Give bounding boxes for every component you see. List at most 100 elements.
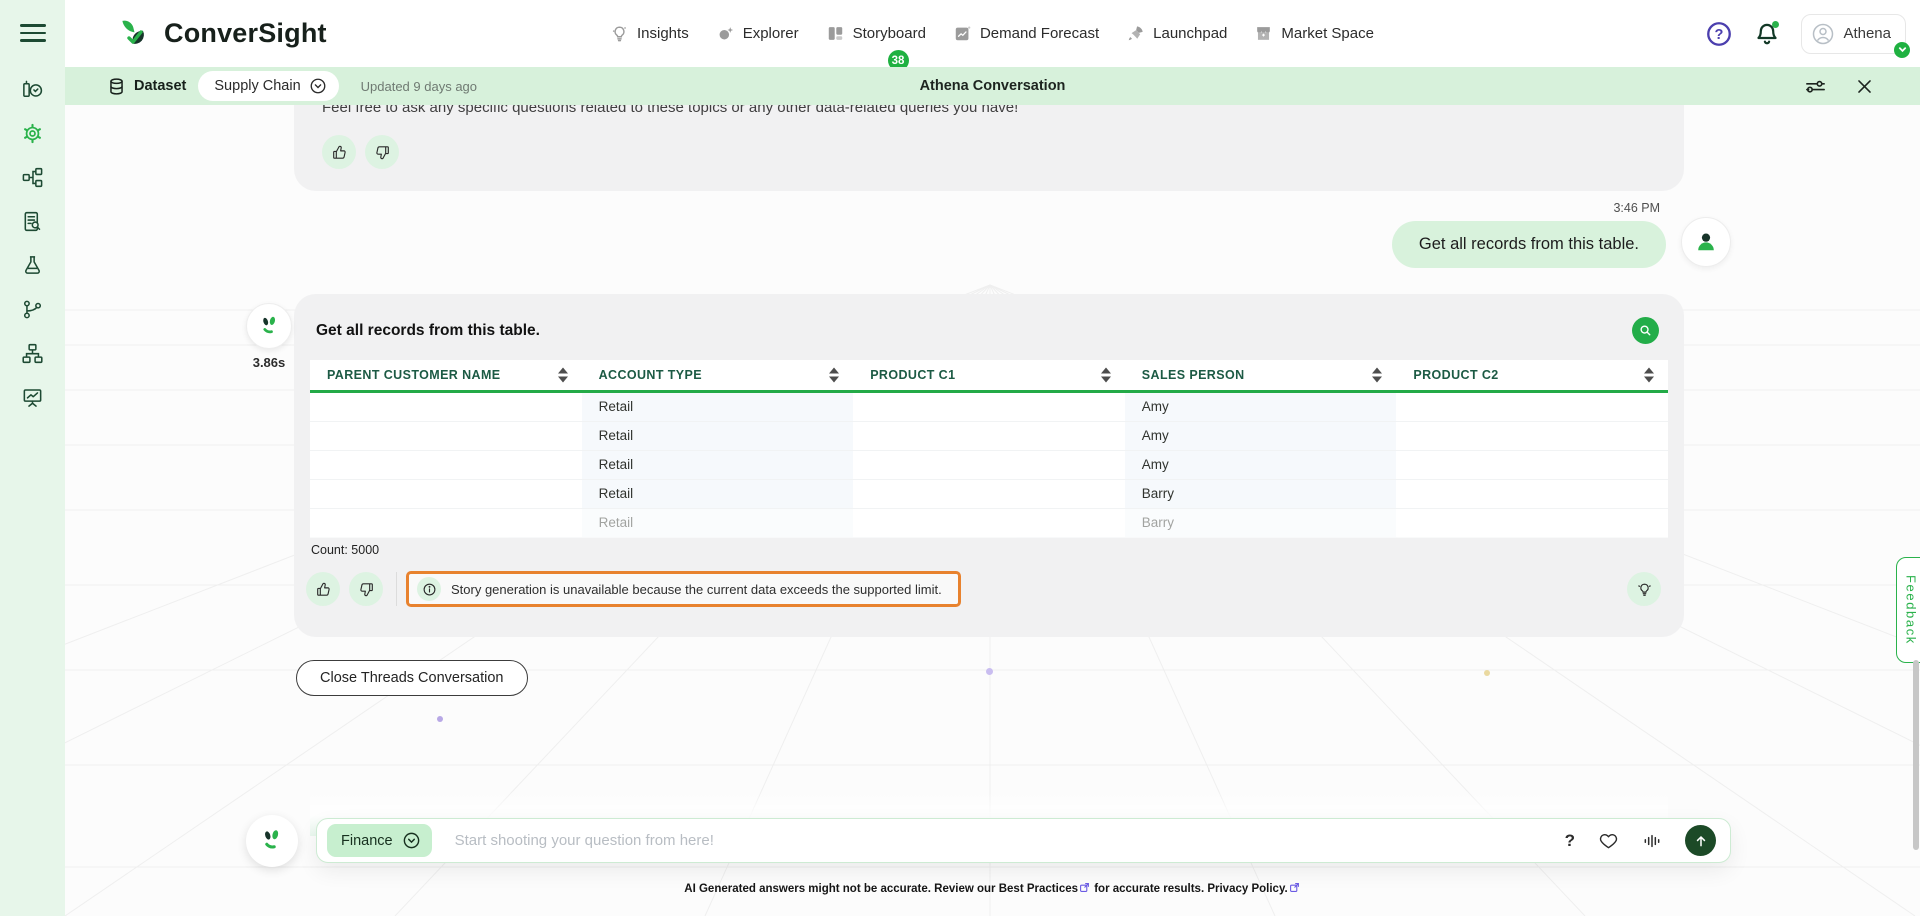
- athena-logo-icon: [256, 313, 283, 340]
- up-arrow-icon: [1693, 833, 1709, 849]
- svg-text:?: ?: [1715, 27, 1724, 43]
- table-cell: Amy: [1125, 393, 1397, 421]
- chevron-down-circle-icon: [309, 77, 327, 95]
- user-menu-chip[interactable]: Athena: [1801, 14, 1906, 54]
- dataset-selector[interactable]: Supply Chain: [198, 71, 338, 101]
- close-threads-button[interactable]: Close Threads Conversation: [296, 660, 528, 696]
- chevron-down-icon: [1894, 42, 1910, 58]
- table-row: Retail Amy: [310, 393, 1668, 422]
- main-nav: Insights Explorer Storyboard 38: [610, 0, 1374, 67]
- response-title: Get all records from this table.: [316, 322, 540, 340]
- voice-waveform-icon[interactable]: [1642, 831, 1662, 851]
- assistant-intro-card: Feel free to ask any specific questions …: [294, 105, 1684, 191]
- table-row: RetailBarry: [310, 480, 1668, 509]
- feedback-tab[interactable]: Feedback: [1896, 557, 1920, 663]
- sitemap-icon[interactable]: [21, 342, 44, 365]
- notification-bell-icon[interactable]: [1753, 20, 1781, 48]
- dataset-info: Dataset: [107, 77, 186, 96]
- column-header: SALES PERSON: [1125, 360, 1397, 390]
- insight-bulb-button[interactable]: [1627, 572, 1661, 606]
- external-link-icon: [1289, 882, 1300, 893]
- table-cell: Retail: [582, 451, 854, 479]
- nav-demand-forecast[interactable]: Demand Forecast: [953, 24, 1099, 43]
- settings-gear-icon[interactable]: [21, 122, 44, 145]
- table-cell: [310, 509, 582, 537]
- composer-icons: ?: [1565, 825, 1716, 856]
- table-cell: [1396, 480, 1668, 508]
- table-cell: Barry: [1125, 480, 1397, 508]
- explorer-icon: [716, 24, 735, 43]
- activity-monitor-icon[interactable]: [21, 78, 44, 101]
- sort-icon[interactable]: [1644, 368, 1655, 383]
- question-composer: Finance ?: [316, 818, 1731, 863]
- thumbs-up-button[interactable]: [322, 135, 356, 169]
- launchpad-rocket-icon: [1126, 24, 1145, 43]
- nav-label: Demand Forecast: [980, 25, 1099, 42]
- table-cell: [1396, 451, 1668, 479]
- insights-bulb-icon: [610, 24, 629, 43]
- nav-label: Insights: [637, 25, 689, 42]
- scrollbar-thumb[interactable]: [1913, 660, 1919, 850]
- nav-label: Storyboard: [853, 25, 926, 42]
- records-table: PARENT CUSTOMER NAMEACCOUNT TYPEPRODUCT …: [310, 360, 1668, 538]
- table-cell: [1396, 509, 1668, 537]
- table-cell: [310, 451, 582, 479]
- sort-icon[interactable]: [558, 368, 569, 383]
- dataset-bar: Dataset Supply Chain Updated 9 days ago …: [65, 67, 1920, 105]
- question-input[interactable]: [455, 832, 1565, 849]
- help-question-icon[interactable]: ?: [1705, 20, 1733, 48]
- table-cell: Retail: [582, 393, 854, 421]
- composer-dataset-pill[interactable]: Finance: [327, 824, 432, 857]
- logo-text: ConverSight: [164, 18, 327, 49]
- presentation-chart-icon[interactable]: [21, 386, 44, 409]
- heart-icon[interactable]: [1598, 830, 1619, 851]
- table-cell: [310, 393, 582, 421]
- nav-insights[interactable]: Insights: [610, 24, 689, 43]
- external-link-icon: [1079, 882, 1090, 893]
- athena-logo-icon: [257, 826, 287, 856]
- thumbs-down-button[interactable]: [349, 572, 383, 606]
- document-search-icon[interactable]: [21, 210, 44, 233]
- nav-launchpad[interactable]: Launchpad: [1126, 24, 1227, 43]
- table-cell: [853, 393, 1125, 421]
- decor-dot: [986, 668, 993, 675]
- sort-icon[interactable]: [1372, 368, 1383, 383]
- table-cell: [853, 509, 1125, 537]
- hamburger-menu-icon[interactable]: [20, 20, 46, 46]
- conversight-logo-icon: [111, 12, 155, 56]
- sort-icon[interactable]: [1101, 368, 1112, 383]
- table-cell: Amy: [1125, 451, 1397, 479]
- dataset-label: Dataset: [134, 78, 186, 94]
- best-practices-link[interactable]: Best Practices: [999, 883, 1078, 895]
- story-generation-warning: Story generation is unavailable because …: [406, 571, 961, 607]
- nav-label: Launchpad: [1153, 25, 1227, 42]
- nav-market-space[interactable]: Market Space: [1254, 24, 1374, 43]
- nav-label: Market Space: [1281, 25, 1374, 42]
- nav-storyboard[interactable]: Storyboard 38: [826, 24, 926, 43]
- table-cell: [310, 480, 582, 508]
- demand-forecast-chart-icon: [953, 24, 972, 43]
- chevron-down-circle-icon: [402, 831, 421, 850]
- assistant-response-card: Get all records from this table. PARENT …: [294, 294, 1684, 637]
- thumbs-down-button[interactable]: [365, 135, 399, 169]
- sliders-icon[interactable]: [1803, 74, 1827, 98]
- lab-flask-icon[interactable]: [21, 254, 44, 277]
- warning-text: Story generation is unavailable because …: [451, 582, 942, 597]
- privacy-policy-link[interactable]: Privacy Policy.: [1207, 883, 1287, 895]
- notification-dot: [1772, 21, 1779, 28]
- workflow-icon[interactable]: [21, 166, 44, 189]
- decor-dot: [1484, 670, 1490, 676]
- nav-explorer[interactable]: Explorer: [716, 24, 799, 43]
- feedback-tab-label: Feedback: [1904, 575, 1919, 645]
- send-button[interactable]: [1685, 825, 1716, 856]
- table-cell: Retail: [582, 509, 854, 537]
- question-mark-icon[interactable]: ?: [1565, 831, 1575, 851]
- conversight-logo[interactable]: ConverSight: [111, 12, 327, 56]
- thumbs-up-button[interactable]: [306, 572, 340, 606]
- git-branch-icon[interactable]: [21, 298, 44, 321]
- search-button[interactable]: [1632, 317, 1659, 344]
- storyboard-grid-icon: [826, 24, 845, 43]
- close-icon[interactable]: [1852, 74, 1876, 98]
- footer-disclaimer: AI Generated answers might not be accura…: [65, 882, 1920, 895]
- sort-icon[interactable]: [829, 368, 840, 383]
